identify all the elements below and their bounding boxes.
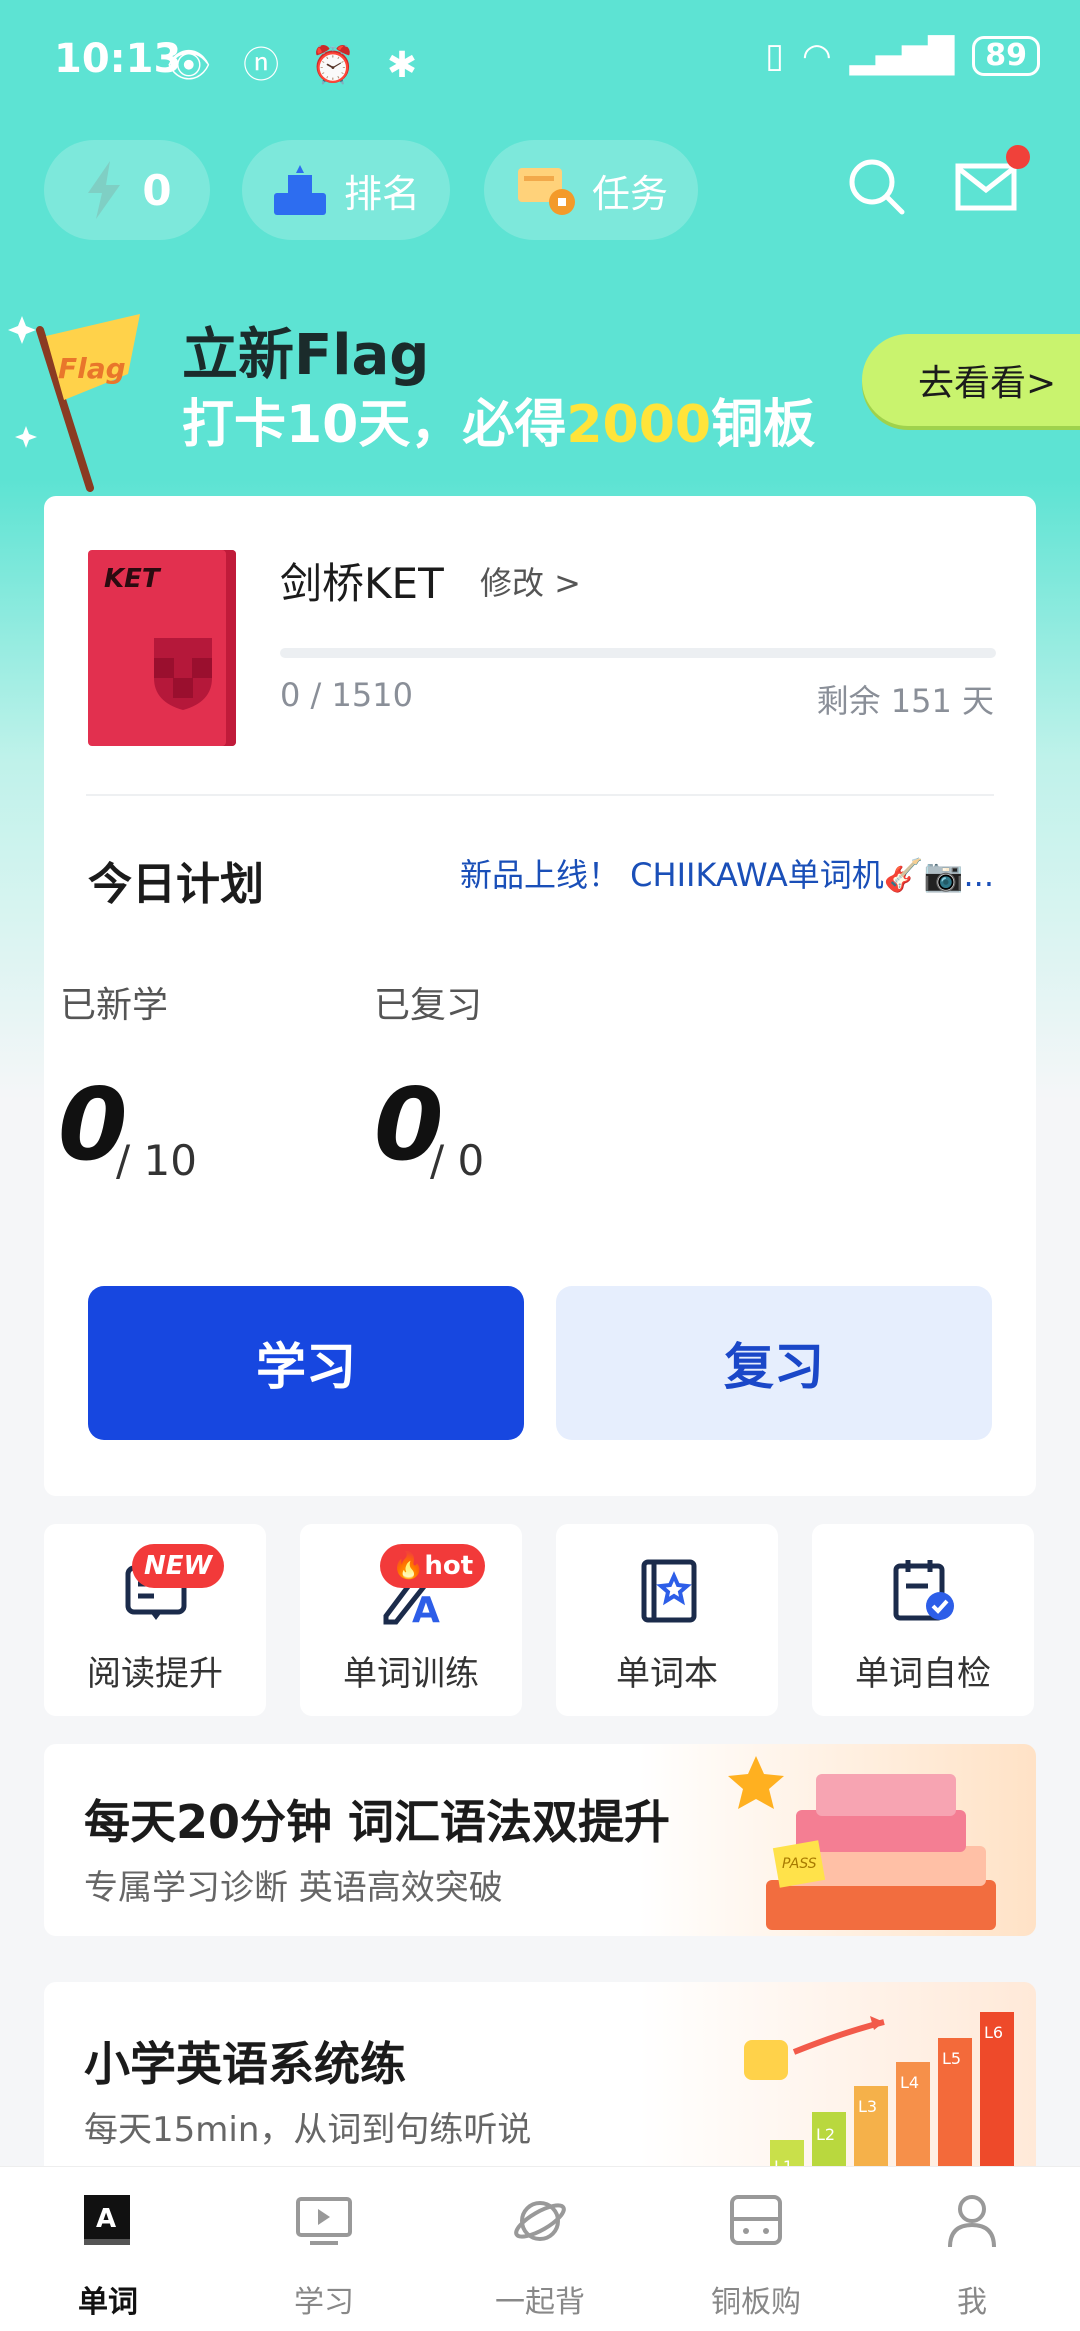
tool-label: 单词训练 (343, 1654, 479, 1694)
flag-banner-subtitle: 打卡10天，必得2000铜板 (182, 395, 816, 455)
nav-label: 单词 (78, 2285, 138, 2320)
search-icon[interactable] (840, 150, 912, 222)
promo-subtitle: 每天15min，从词到句练听说 (84, 2110, 532, 2150)
new-learned-label: 已新学 (60, 985, 169, 1026)
progress-count: 0 / 1510 (280, 676, 413, 714)
learn-button[interactable]: 学习 (88, 1286, 524, 1440)
book-cover[interactable]: KET (88, 550, 236, 746)
status-icons-left: 👁 ⓝ ⏰ ✱ (166, 45, 428, 86)
energy-value: 0 (142, 165, 172, 215)
shop-icon (730, 2195, 782, 2245)
podium-icon (273, 165, 326, 215)
plan-title: 今日计划 (88, 859, 264, 910)
new-learned-total: / 10 (116, 1136, 197, 1185)
tool-self-check[interactable]: 单词自检 (812, 1524, 1034, 1716)
svg-text:A: A (412, 1590, 440, 1626)
nav-learn[interactable]: 学习 (216, 2167, 432, 2331)
shield-icon (154, 638, 212, 710)
books-illustration: PASS (728, 1756, 996, 1930)
tool-wordbook[interactable]: 单词本 (556, 1524, 778, 1716)
nav-shop[interactable]: 铜板购 (648, 2167, 864, 2331)
mail-notification-dot (1006, 145, 1030, 169)
nav-label: 一起背 (495, 2285, 585, 2320)
bottom-navigation: A 单词 学习 一起背 铜板购 我 (0, 2166, 1080, 2331)
profile-icon (948, 2195, 996, 2248)
progress-bar (280, 648, 996, 658)
book-name: 剑桥KET (280, 559, 444, 608)
promo-primary-english[interactable]: 小学英语系统练 每天15min，从词到句练听说 L1 L2 L3 L4 L5 L… (44, 1982, 1036, 2182)
svg-text:A: A (96, 2204, 116, 2234)
new-badge: NEW (132, 1544, 225, 1588)
tool-label: 单词自检 (855, 1654, 991, 1694)
promo-title: 小学英语系统练 (84, 2037, 406, 2091)
ranking-button[interactable]: 排名 (242, 140, 450, 240)
svg-text:L5: L5 (942, 2049, 961, 2068)
flag-text: Flag (58, 352, 126, 385)
edit-book-button[interactable]: 修改 > (480, 558, 581, 604)
svg-text:L6: L6 (984, 2023, 1003, 2042)
signal-icon: ▂▄▆█ (849, 36, 955, 76)
status-bar: 10:13 👁 ⓝ ⏰ ✱ ▯ ◠ ▂▄▆█ 89 (0, 0, 1080, 124)
word-icon: A (84, 2195, 130, 2245)
nav-label: 学习 (294, 2285, 354, 2320)
news-link[interactable]: 新品上线！ CHIIKAWA单词机🎸📷... (460, 850, 994, 896)
battery-indicator: 89 (972, 36, 1040, 76)
svg-text:L4: L4 (900, 2073, 919, 2092)
wifi-icon: ◠ (801, 36, 832, 76)
tool-word-training[interactable]: A 🔥hot 单词训练 (300, 1524, 522, 1716)
nav-label: 铜板购 (711, 2285, 801, 2320)
tool-label: 单词本 (616, 1654, 718, 1694)
status-time: 10:13 (54, 36, 182, 82)
planet-icon (514, 2201, 566, 2241)
level-bars-illustration: L1 L2 L3 L4 L5 L6 (744, 2012, 1014, 2182)
tasks-label: 任务 (591, 171, 668, 216)
svg-text:L3: L3 (858, 2097, 877, 2116)
flag-banner-title: 立新Flag (182, 323, 430, 388)
divider (86, 794, 994, 796)
scroll-task-icon (517, 168, 575, 215)
status-icons-right: ▯ ◠ ▂▄▆█ 89 (765, 36, 1040, 76)
study-plan-card: KET 剑桥KET 修改 > 0 / 1510 剩余 151 天 今日计划 新品… (44, 496, 1036, 1496)
wordbook-icon (641, 1559, 697, 1623)
nav-together[interactable]: 一起背 (432, 2167, 648, 2331)
tool-label: 阅读提升 (87, 1654, 223, 1694)
nav-profile[interactable]: 我 (864, 2167, 1080, 2331)
review-button[interactable]: 复习 (556, 1286, 992, 1440)
book-cover-text: KET (104, 564, 160, 594)
reviewed-label: 已复习 (374, 985, 483, 1026)
days-remaining: 剩余 151 天 (816, 682, 994, 720)
tool-reading[interactable]: NEW 阅读提升 (44, 1524, 266, 1716)
tasks-button[interactable]: 任务 (484, 140, 698, 240)
video-icon (296, 2197, 352, 2245)
lightning-icon (88, 161, 121, 219)
promo-vocab-grammar[interactable]: 每天20分钟 词汇语法双提升 专属学习诊断 英语高效突破 PASS (44, 1744, 1036, 1936)
self-check-icon (893, 1560, 954, 1621)
promo-subtitle: 专属学习诊断 英语高效突破 (84, 1868, 503, 1908)
promo-title: 每天20分钟 词汇语法双提升 (84, 1795, 671, 1849)
pass-sticker-text: PASS (782, 1856, 817, 1872)
energy-pill[interactable]: 0 (44, 140, 210, 240)
nav-label: 我 (957, 2285, 987, 2320)
svg-text:L2: L2 (816, 2125, 835, 2144)
flag-illustration: Flag (8, 314, 140, 492)
nav-word[interactable]: A 单词 (0, 2167, 216, 2331)
vibrate-icon: ▯ (765, 36, 784, 76)
flag-go-button[interactable]: 去看看> (862, 334, 1080, 426)
hot-badge: 🔥hot (380, 1544, 486, 1588)
reviewed-total: / 0 (430, 1136, 485, 1185)
ranking-label: 排名 (343, 171, 420, 216)
